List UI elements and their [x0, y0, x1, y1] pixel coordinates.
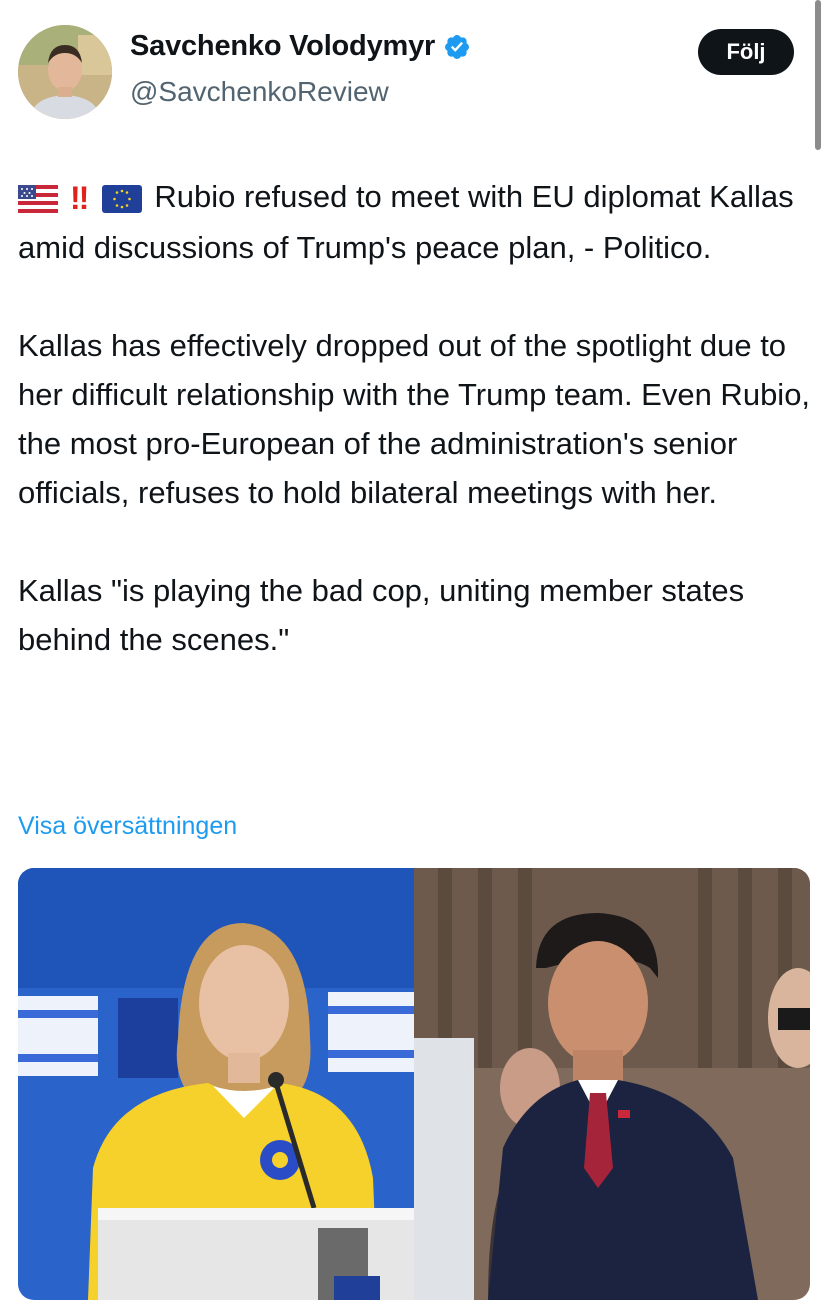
tweet-paragraph-3: Kallas "is playing the bad cop, uniting … [18, 573, 745, 658]
author-name[interactable]: Savchenko Volodymyr [130, 30, 435, 63]
eu-flag-icon [102, 184, 143, 213]
tweet-paragraph-1: ‼ Rubio refused to meet with EU diplomat… [18, 172, 818, 272]
follow-button[interactable]: Följ [698, 29, 794, 75]
translate-link[interactable]: Visa översättningen [18, 812, 237, 841]
scrollbar[interactable] [815, 0, 821, 150]
photo-woman-in-yellow[interactable] [18, 868, 414, 1300]
tweet-paragraph-2: Kallas has effectively dropped out of th… [18, 328, 811, 511]
tweet-text: ‼ Rubio refused to meet with EU diplomat… [18, 172, 818, 664]
verified-badge-icon [445, 34, 470, 59]
author-name-row: Savchenko Volodymyr [130, 30, 471, 63]
double-exclamation-icon: ‼ [70, 180, 89, 217]
avatar[interactable] [18, 25, 112, 119]
us-flag-icon [18, 184, 58, 213]
author-handle[interactable]: @SavchenkoReview [130, 76, 389, 108]
photo-man-in-suit[interactable] [414, 868, 810, 1300]
tweet-media[interactable] [18, 868, 810, 1300]
